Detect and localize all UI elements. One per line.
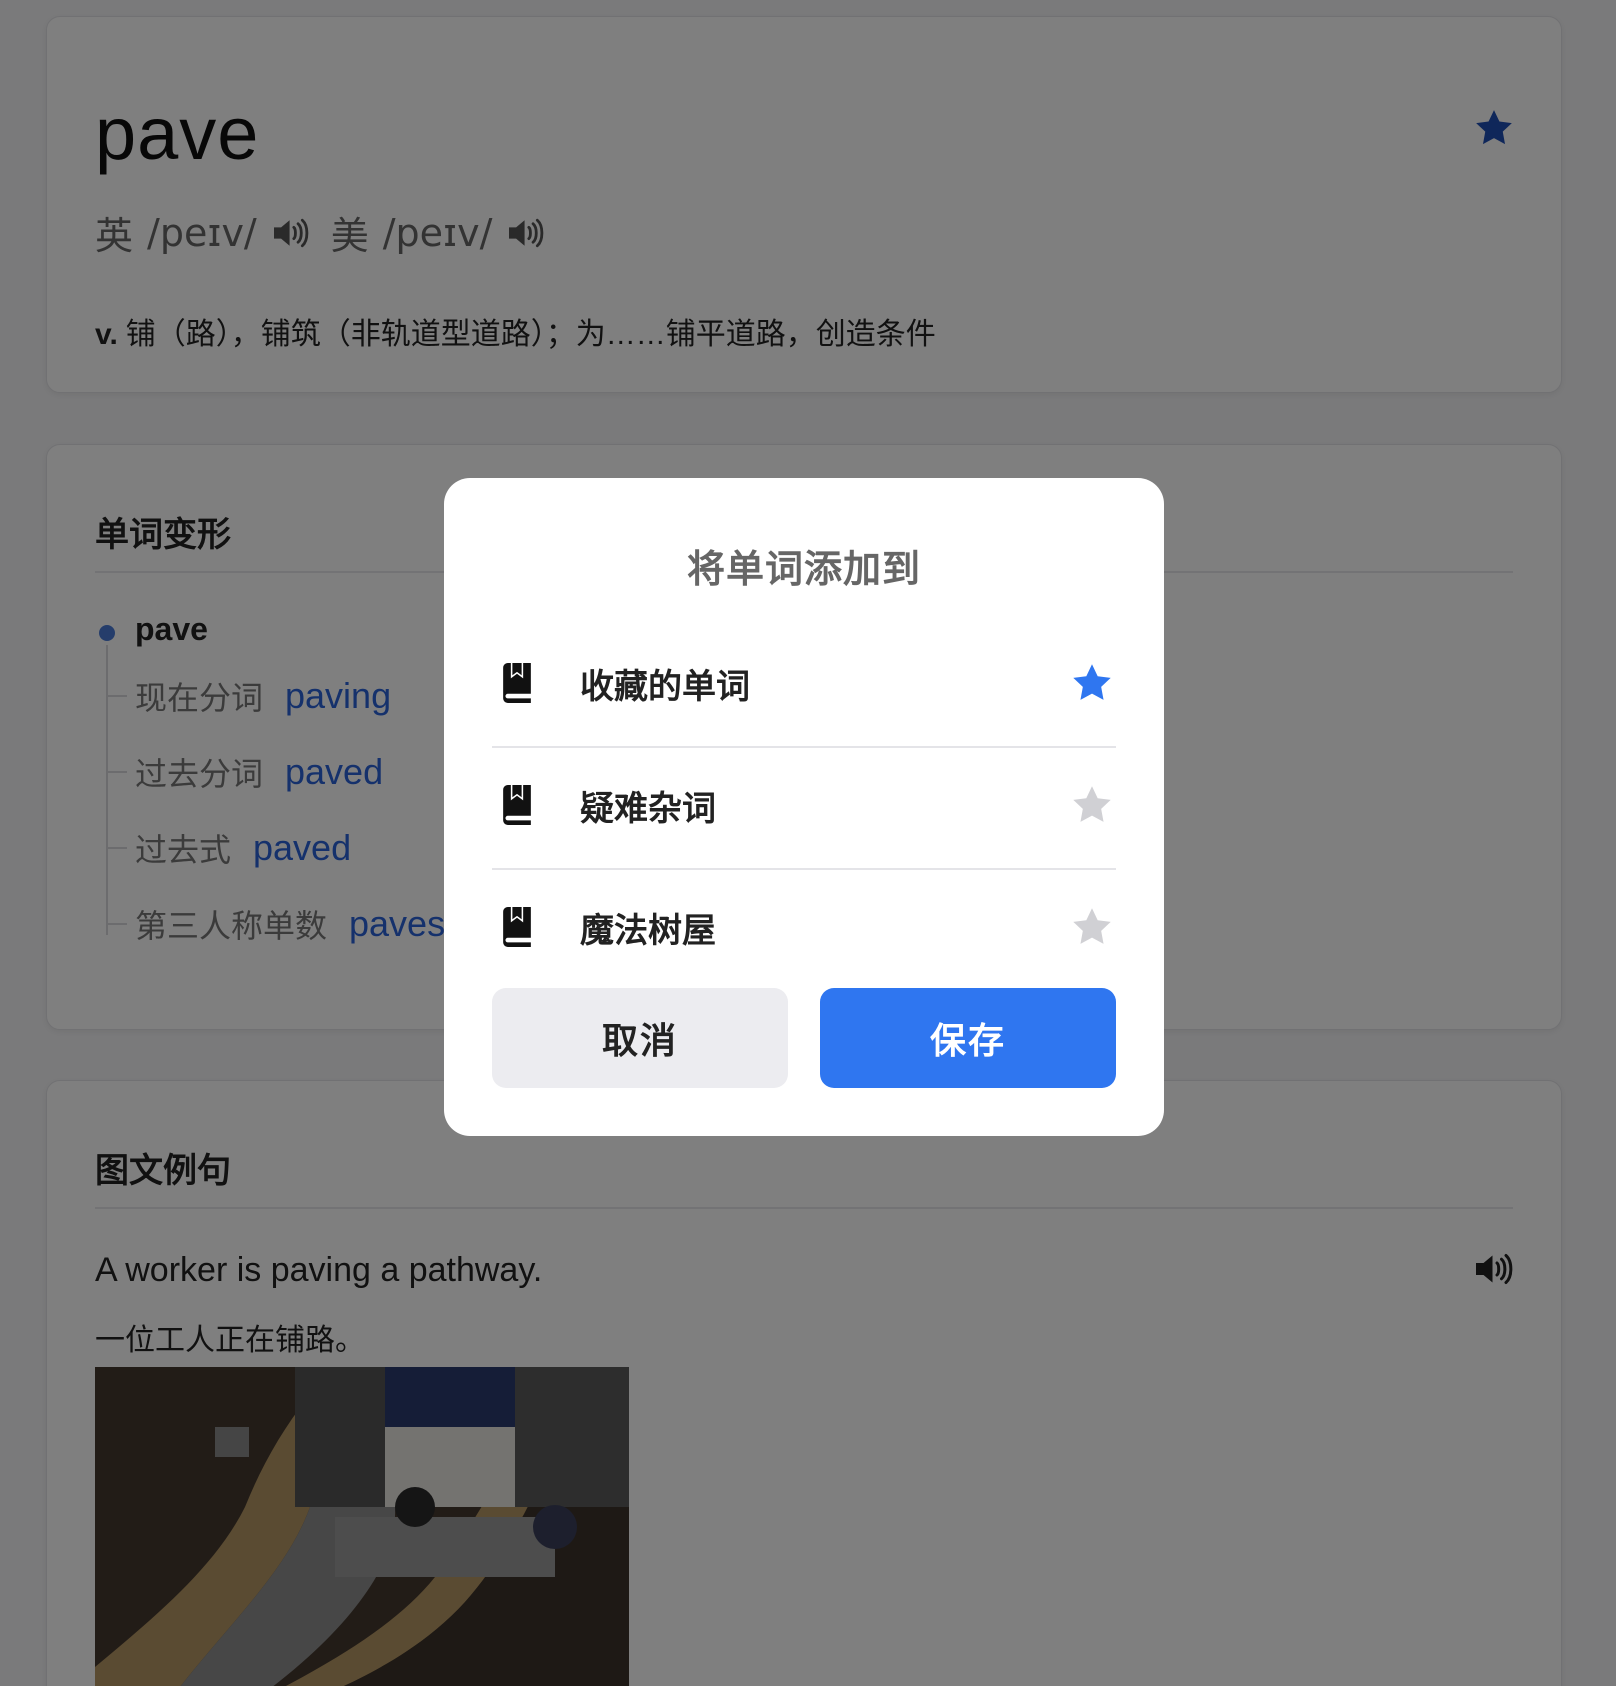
- cancel-button[interactable]: 取消: [492, 988, 788, 1088]
- book-icon: [503, 785, 531, 825]
- star-unselected-icon: [1073, 908, 1111, 944]
- wordbook-name: 疑难杂词: [580, 789, 716, 828]
- wordbook-option[interactable]: 魔法树屋: [492, 866, 1116, 988]
- dialog-title: 将单词添加到: [686, 549, 921, 591]
- book-icon: [503, 907, 531, 947]
- star-unselected-icon: [1073, 786, 1111, 822]
- star-selected-icon: [1073, 664, 1111, 700]
- wordbook-name: 收藏的单词: [580, 667, 750, 706]
- book-icon: [503, 663, 531, 703]
- wordbook-name: 魔法树屋: [580, 911, 716, 950]
- save-button[interactable]: 保存: [820, 988, 1116, 1088]
- wordbook-option[interactable]: 疑难杂词: [492, 744, 1116, 866]
- wordbook-option[interactable]: 收藏的单词: [492, 622, 1116, 744]
- add-to-wordbook-dialog: 将单词添加到 收藏的单词 疑难杂词 魔法树屋 取消 保存: [444, 478, 1164, 1136]
